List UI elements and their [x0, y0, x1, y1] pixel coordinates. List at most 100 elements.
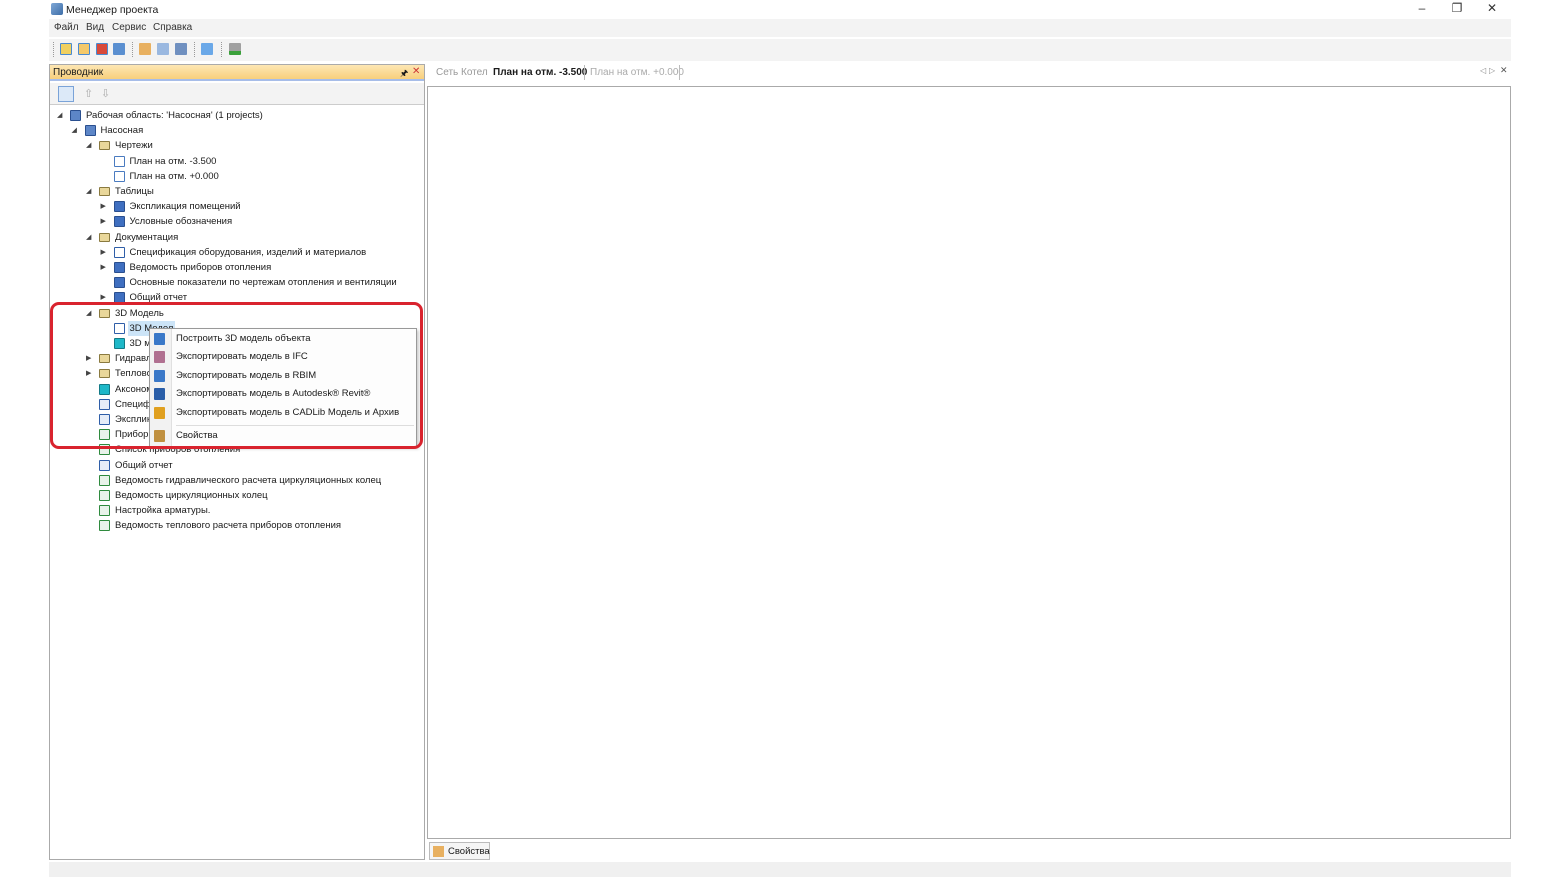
explorer-panel: Проводник 🖈 ✕ ⇧ ⇩ ◢ Рабочая область: 'Нас… [49, 64, 425, 860]
toolbar [49, 39, 1511, 61]
toolbar-separator [194, 42, 195, 57]
tree-item-label: 3D м [129, 338, 151, 349]
properties-tab[interactable]: Свойства [429, 842, 490, 860]
expand-arrow-icon[interactable]: ▶ [101, 199, 106, 214]
tab-plan-plus-0000[interactable]: План на отм. +0.000 [590, 67, 684, 78]
tree-item-label: Общий отчет [115, 459, 173, 471]
save-icon[interactable] [113, 43, 125, 55]
table-icon [113, 292, 125, 304]
word-icon [99, 459, 110, 471]
properties-icon[interactable] [139, 43, 151, 55]
tree-item-label: План на отм. -3.500 [129, 155, 217, 167]
restore-button[interactable]: ❐ [1442, 1, 1472, 17]
settings-window-icon[interactable] [157, 43, 169, 55]
folder-icon [99, 232, 110, 242]
database-icon[interactable] [229, 43, 241, 55]
folder-icon [99, 369, 110, 379]
title-bar: Менеджер проекта – ❐ ✕ [49, 0, 1511, 19]
window-title: Менеджер проекта [66, 4, 159, 16]
expand-arrow-icon[interactable]: ▶ [101, 260, 106, 275]
tab-boiler-network[interactable]: Сеть Котел [436, 67, 488, 78]
cadlib-icon [154, 407, 165, 419]
menu-file[interactable]: Файл [54, 22, 79, 33]
document-area[interactable] [427, 86, 1511, 839]
build-3d-icon [154, 333, 165, 345]
context-menu-item[interactable]: Экспортировать модель в RBIM [150, 367, 416, 385]
tree-item-label: Теплово [115, 368, 152, 380]
table-icon [113, 277, 125, 289]
print-icon[interactable] [175, 43, 187, 55]
tab-scroll-right-icon[interactable]: ▷ [1489, 66, 1495, 75]
expand-arrow-icon[interactable]: ▶ [101, 245, 106, 260]
plan-icon [113, 155, 125, 167]
collapse-arrow-icon[interactable]: ◢ [57, 108, 62, 123]
collapse-arrow-icon[interactable]: ◢ [86, 184, 91, 199]
properties-tab-label: Свойства [448, 846, 490, 857]
context-menu-label: Экспортировать модель в RBIM [176, 370, 317, 381]
tab-scroll-left-icon[interactable]: ◁ [1480, 66, 1486, 75]
menu-help[interactable]: Справка [153, 22, 192, 33]
toolbar-separator [221, 42, 222, 57]
context-menu-label: Экспортировать модель в IFC [176, 351, 308, 362]
close-button[interactable]: ✕ [1477, 1, 1507, 17]
tree-item-label: Прибор [115, 429, 149, 441]
table-icon [113, 262, 125, 273]
context-menu-item[interactable]: Экспортировать модель в CADLib Модель и … [150, 404, 416, 422]
xls-icon [99, 474, 110, 486]
ifc-icon [154, 351, 165, 363]
tree-item-label: Условные обозначения [129, 216, 233, 228]
tree-item-label: Настройка арматуры. [115, 505, 211, 517]
folder-icon [99, 141, 110, 151]
tree-item-label: Аксоном [115, 383, 153, 395]
document-tabs: Сеть Котел План на отм. -3.500 План на о… [428, 64, 1511, 82]
minimize-button[interactable]: – [1407, 1, 1437, 17]
open-folder-icon[interactable] [78, 43, 90, 55]
menu-separator [176, 425, 414, 426]
expand-arrow-icon[interactable]: ▶ [86, 366, 91, 381]
doc-icon [113, 246, 125, 258]
menu-view[interactable]: Вид [86, 22, 104, 33]
new-project-icon[interactable] [60, 43, 72, 55]
app-icon [51, 3, 63, 15]
context-menu-item[interactable]: Экспортировать модель в Autodesk® Revit® [150, 385, 416, 403]
tree-item-label: 3D Модель [115, 307, 164, 319]
tree-item-label: Специф [115, 398, 151, 410]
tree-item-label: Экспликация помещений [129, 201, 241, 213]
menu-service[interactable]: Сервис [112, 22, 146, 33]
tab-plan-minus-3500[interactable]: План на отм. -3.500 [493, 67, 587, 78]
word-icon [99, 398, 110, 410]
status-bar [49, 862, 1511, 877]
xls-icon [99, 490, 110, 501]
properties-icon [154, 430, 165, 442]
teal-icon [99, 383, 110, 395]
tree-item-label: Чертежи [115, 140, 153, 152]
tree-item-label: Ведомость циркуляционных колец [115, 490, 268, 501]
collapse-arrow-icon[interactable]: ◢ [72, 123, 77, 138]
close-project-icon[interactable] [96, 43, 108, 55]
tab-close-icon[interactable]: ✕ [1500, 65, 1508, 76]
collapse-arrow-icon[interactable]: ◢ [86, 306, 91, 321]
xls-icon [99, 429, 110, 441]
context-menu: Построить 3D модель объекта Экспортироват… [149, 328, 417, 447]
expand-arrow-icon[interactable]: ▶ [101, 214, 106, 229]
tree-item-label: Рабочая область: 'Насосная' (1 projects) [86, 110, 263, 121]
tree-item-label: Гидравл [115, 353, 152, 365]
xls-icon [99, 444, 110, 456]
table-icon [113, 201, 125, 213]
expand-arrow-icon[interactable]: ▶ [101, 290, 106, 305]
context-menu-item[interactable]: Построить 3D модель объекта [150, 330, 416, 348]
rbim-icon [154, 370, 165, 382]
sync-icon[interactable] [201, 43, 213, 55]
tree-item-label: Общий отчет [129, 292, 188, 304]
collapse-arrow-icon[interactable]: ◢ [86, 230, 91, 245]
project-icon [84, 125, 96, 137]
collapse-arrow-icon[interactable]: ◢ [86, 138, 91, 153]
toolbar-separator [132, 42, 133, 57]
project-tree: ◢ Рабочая область: 'Насосная' (1 projects… [50, 65, 424, 855]
toolbar-separator [53, 42, 54, 57]
context-menu-item[interactable]: Свойства [150, 427, 416, 445]
folder-icon [99, 187, 110, 196]
expand-arrow-icon[interactable]: ▶ [86, 351, 91, 366]
context-menu-item[interactable]: Экспортировать модель в IFC [150, 348, 416, 366]
context-menu-label: Построить 3D модель объекта [176, 333, 311, 344]
